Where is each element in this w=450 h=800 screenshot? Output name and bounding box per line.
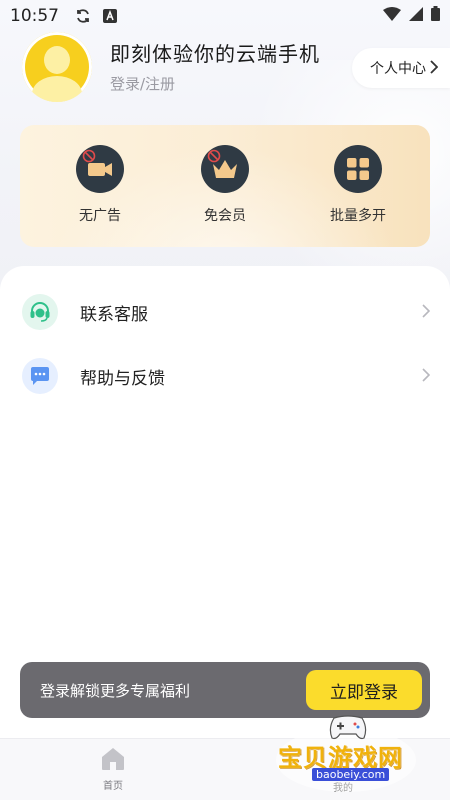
nav-mine-label: 我的: [333, 783, 353, 794]
menu-item-help-feedback[interactable]: 帮助与反馈: [0, 346, 450, 406]
sync-icon: [75, 8, 91, 24]
signal-icon: [409, 6, 423, 26]
profile-title: 即刻体验你的云端手机: [110, 42, 320, 66]
vip-benefits-card: 无广告 免会员 批量多开: [20, 125, 430, 247]
menu-item-customer-service[interactable]: 联系客服: [0, 282, 450, 342]
status-time: 10:57: [10, 6, 59, 26]
grid-icon: [334, 145, 390, 201]
nav-mine-tab[interactable]: 我的: [318, 779, 368, 794]
personal-center-label: 个人中心: [370, 61, 426, 77]
headset-icon: [22, 294, 58, 330]
camera-icon: [68, 139, 124, 193]
benefit-label: 批量多开: [330, 208, 386, 224]
benefit-label: 无广告: [79, 208, 121, 224]
login-register-link[interactable]: 登录/注册: [110, 73, 175, 94]
avatar[interactable]: [22, 32, 92, 102]
chevron-right-icon: [422, 366, 431, 387]
benefit-label: 免会员: [204, 208, 246, 224]
menu-item-label: 帮助与反馈: [80, 368, 165, 389]
status-bar: 10:57: [0, 0, 450, 32]
login-now-button[interactable]: 立即登录: [306, 670, 422, 710]
benefit-no-membership[interactable]: 免会员: [175, 139, 275, 225]
login-promo-banner: 登录解锁更多专属福利 立即登录: [20, 662, 430, 718]
nav-home-label: 首页: [103, 781, 123, 792]
menu-item-label: 联系客服: [80, 304, 148, 325]
benefit-no-ads[interactable]: 无广告: [50, 139, 150, 225]
wifi-icon: [383, 6, 401, 26]
benefit-batch-multi[interactable]: 批量多开: [308, 145, 408, 225]
chat-icon: [22, 358, 58, 394]
chevron-right-icon: [422, 302, 431, 323]
chevron-right-icon: [430, 59, 439, 78]
crown-icon: [193, 139, 249, 193]
login-promo-text: 登录解锁更多专属福利: [40, 681, 191, 700]
battery-icon: [431, 6, 440, 26]
a-badge-icon: [103, 9, 117, 23]
bottom-nav: 首页 我的: [0, 738, 450, 800]
personal-center-button[interactable]: 个人中心: [352, 48, 450, 88]
home-icon: [100, 747, 126, 775]
nav-home-tab[interactable]: 首页: [88, 747, 138, 792]
